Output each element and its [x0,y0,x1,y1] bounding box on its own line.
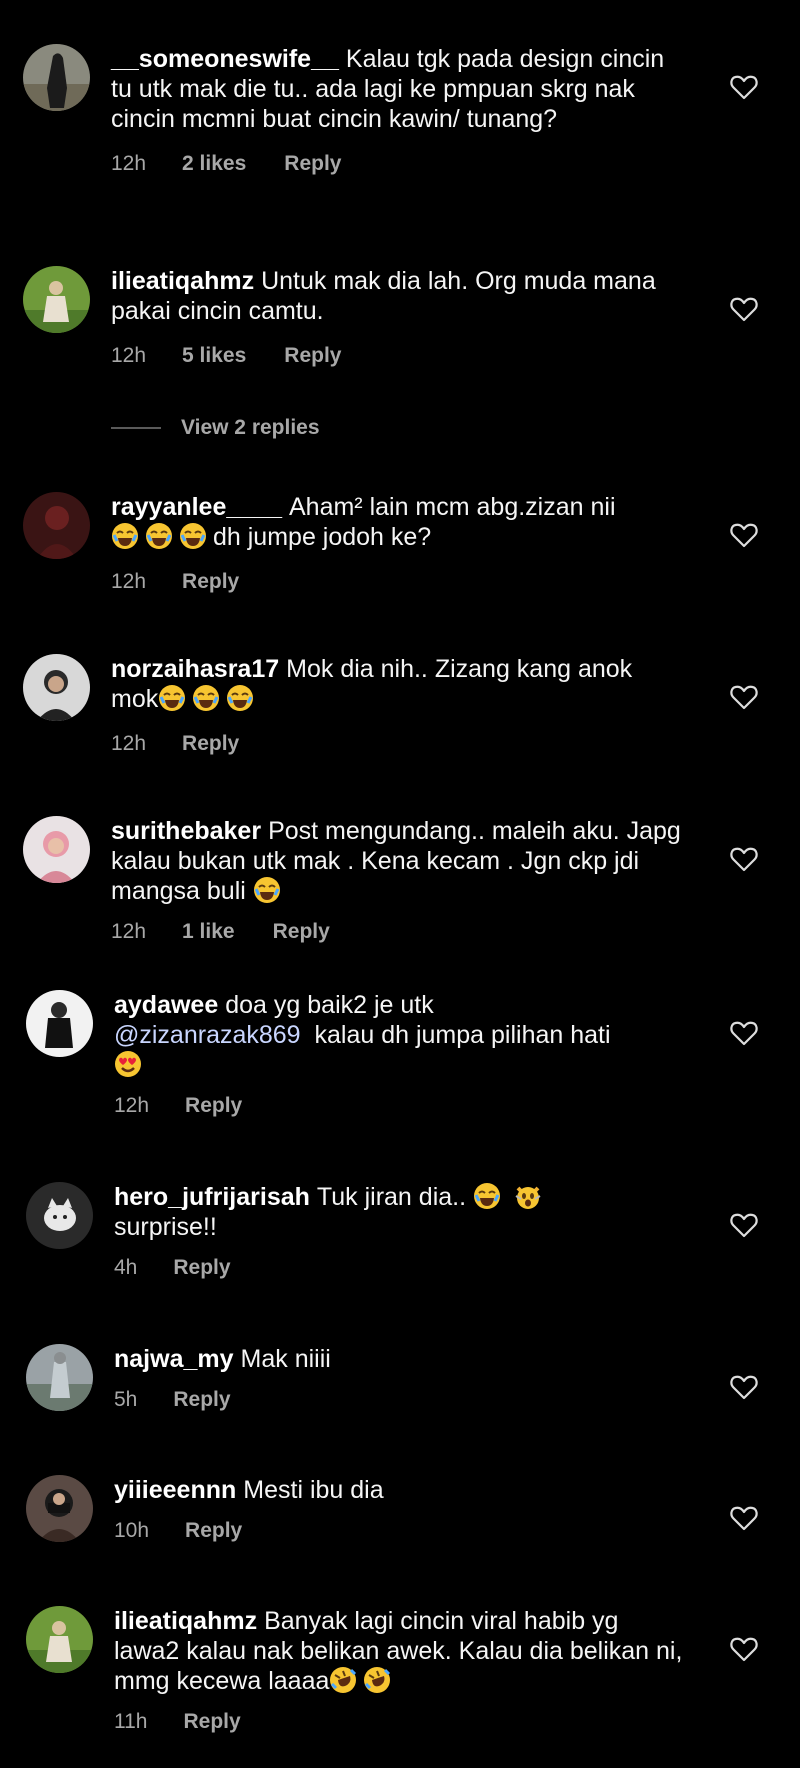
comment-text-continued: surprise!! [114,1213,217,1241]
avatar[interactable] [23,654,90,721]
laughing-emoji-icon [145,522,173,550]
view-replies-button[interactable]: View 2 replies [111,416,320,440]
comment-username[interactable]: hero_jufrijarisah [114,1183,310,1211]
reply-button[interactable]: Reply [173,1256,230,1280]
replies-divider [111,427,161,429]
avatar[interactable] [26,1344,93,1411]
heart-eyes-emoji-icon [114,1050,142,1078]
reply-button[interactable]: Reply [183,1710,240,1734]
heart-outline-icon[interactable] [730,74,758,100]
comment-time: 12h [111,570,147,593]
comment-username[interactable]: ilieatiqahmz [111,267,254,295]
comment-username[interactable]: __someoneswife__ [111,45,339,73]
laughing-emoji-icon [226,684,254,712]
comment-text-continued: dh jumpe jodoh ke? [213,523,432,551]
heart-outline-icon[interactable] [730,1505,758,1531]
heart-outline-icon[interactable] [730,1020,758,1046]
comment-time: 12h [111,344,147,367]
heart-outline-icon[interactable] [730,846,758,872]
comment-time: 12h [111,920,147,943]
heart-outline-icon[interactable] [730,684,758,710]
laughing-emoji-icon [473,1182,501,1210]
comment-text: Mesti ibu dia [243,1476,384,1504]
comment-text-continued: kalau dh jumpa pilihan hati [314,1021,611,1049]
rofl-emoji-icon [363,1666,391,1694]
rofl-emoji-icon [329,1666,357,1694]
heart-outline-icon[interactable] [730,1636,758,1662]
laughing-emoji-icon [253,876,281,904]
likes-count[interactable]: 5 likes [182,344,246,368]
comment-time: 10h [114,1519,150,1542]
laughing-emoji-icon [111,522,139,550]
reply-button[interactable]: Reply [182,732,239,756]
comment-text: doa yg baik2 je utk [225,991,434,1019]
heart-outline-icon[interactable] [730,522,758,548]
comment-username[interactable]: najwa_my [114,1345,234,1373]
reply-button[interactable]: Reply [185,1094,242,1118]
comment-username[interactable]: aydawee [114,991,218,1019]
heart-outline-icon[interactable] [730,1212,758,1238]
avatar[interactable] [23,266,90,333]
mention-link[interactable]: @zizanrazak869 [114,1021,301,1049]
comment-time: 12h [114,1094,150,1117]
comment-username[interactable]: surithebaker [111,817,261,845]
laughing-emoji-icon [192,684,220,712]
view-replies-label[interactable]: View 2 replies [181,416,320,440]
comment-text: Mak niiii [240,1345,331,1373]
comment-username[interactable]: yiiieeennn [114,1476,236,1504]
likes-count[interactable]: 2 likes [182,152,246,176]
reply-button[interactable]: Reply [284,344,341,368]
avatar[interactable] [23,44,90,111]
heart-outline-icon[interactable] [730,1374,758,1400]
reply-button[interactable]: Reply [284,152,341,176]
comment-username[interactable]: rayyanlee____ [111,493,282,521]
screaming-cat-emoji-icon [514,1182,542,1210]
comment-time: 12h [111,152,147,175]
heart-outline-icon[interactable] [730,296,758,322]
avatar[interactable] [23,816,90,883]
reply-button[interactable]: Reply [173,1388,230,1412]
comment-time: 5h [114,1388,138,1411]
laughing-emoji-icon [158,684,186,712]
reply-button[interactable]: Reply [273,920,330,944]
comment-text: Tuk jiran dia.. [316,1183,467,1211]
avatar[interactable] [23,492,90,559]
avatar[interactable] [26,990,93,1057]
comment-time: 12h [111,732,147,755]
avatar[interactable] [26,1182,93,1249]
comment-time: 4h [114,1256,138,1279]
reply-button[interactable]: Reply [185,1519,242,1543]
comment-text: Aham² lain mcm abg.zizan nii [288,493,616,521]
comment-username[interactable]: norzaihasra17 [111,655,279,683]
avatar[interactable] [26,1475,93,1542]
laughing-emoji-icon [179,522,207,550]
comment-username[interactable]: ilieatiqahmz [114,1607,257,1635]
avatar[interactable] [26,1606,93,1673]
comment-time: 11h [114,1710,148,1733]
likes-count[interactable]: 1 like [182,920,235,944]
reply-button[interactable]: Reply [182,570,239,594]
